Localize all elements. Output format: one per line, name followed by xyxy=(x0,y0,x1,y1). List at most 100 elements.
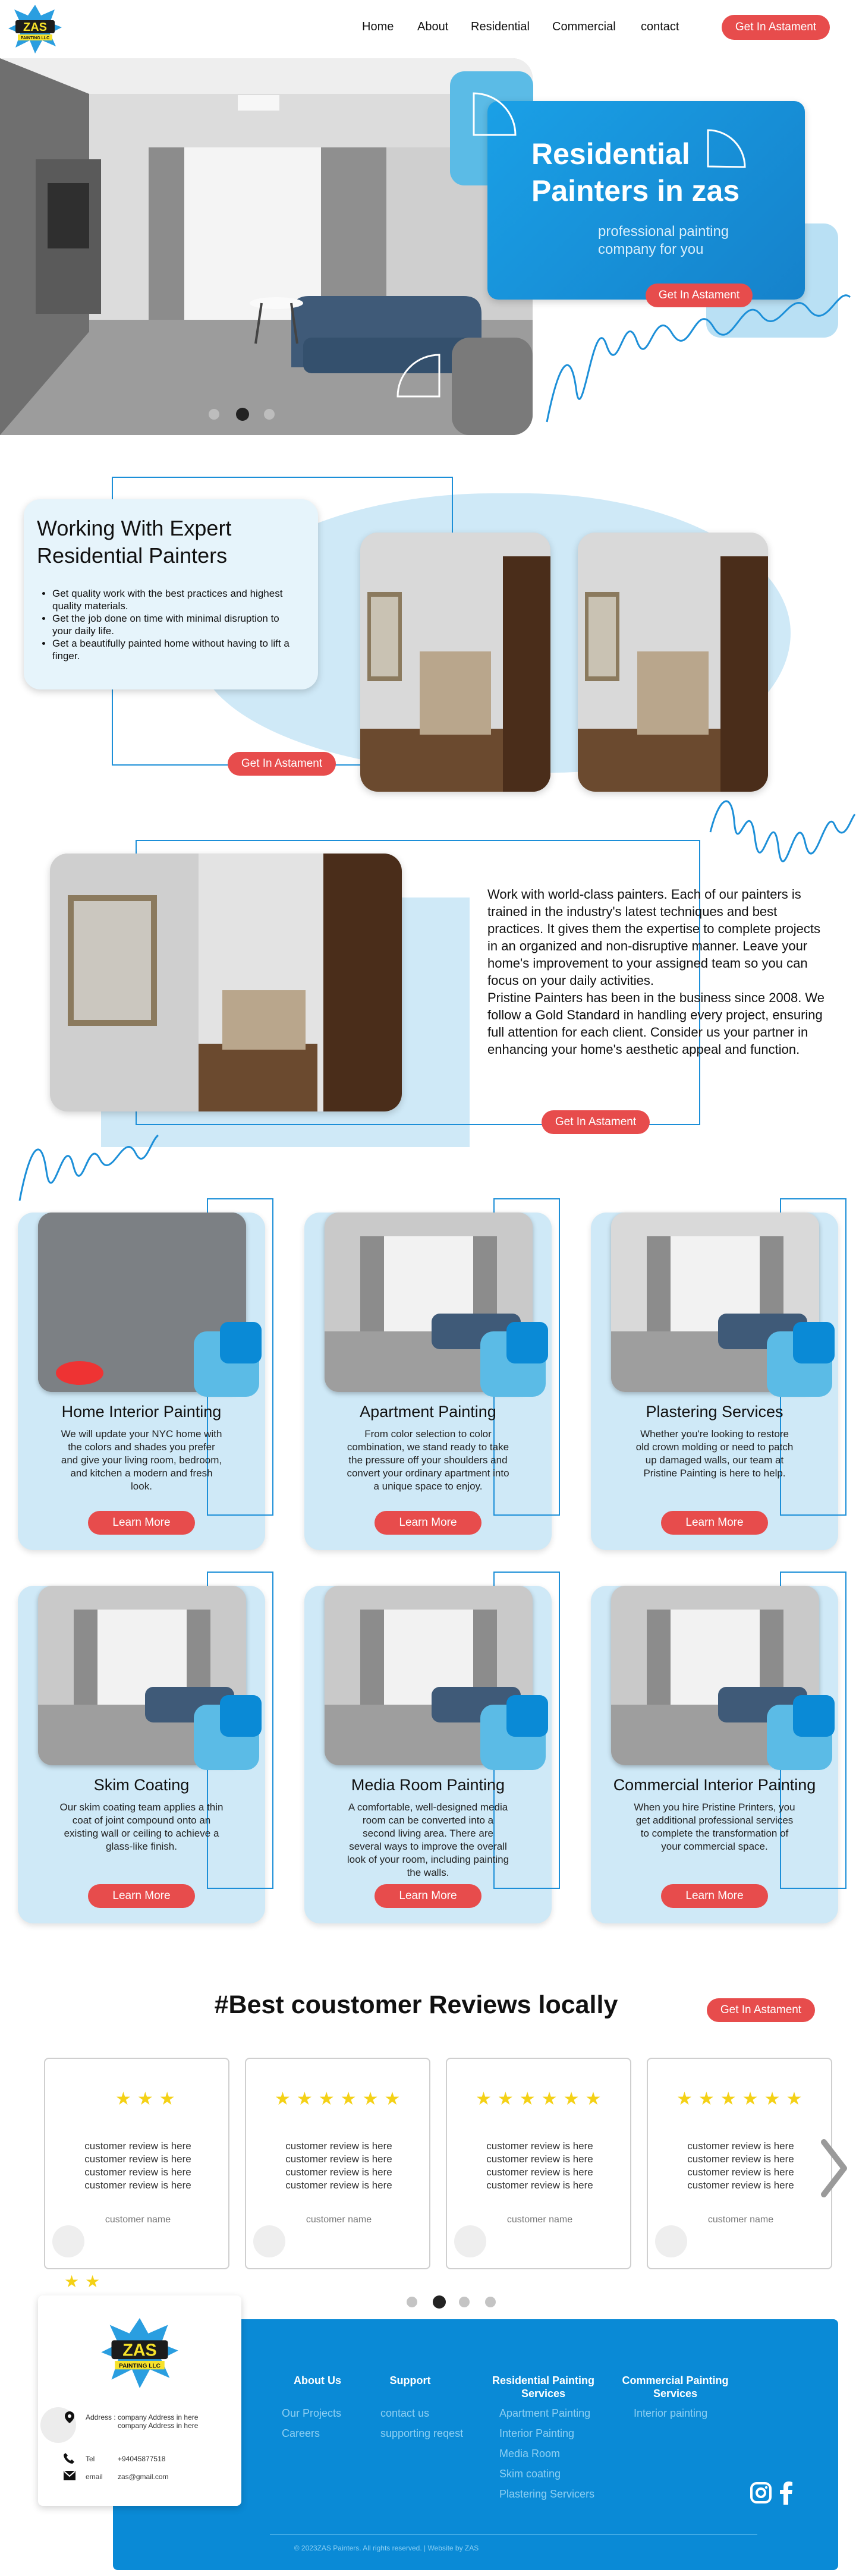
quarter-circle-icon xyxy=(473,92,517,136)
reviewer-name: customer name xyxy=(306,2215,372,2225)
review-card: ★★★★★★ customer review is here customer … xyxy=(245,2058,430,2269)
footer-divider xyxy=(270,2534,757,2535)
about-paragraph-1: Work with world-class painters. Each of … xyxy=(487,887,821,988)
review-pagination-dot[interactable] xyxy=(433,2295,446,2309)
expert-card: Working With Expert Residential Painters… xyxy=(24,499,318,689)
slider-dot-1[interactable] xyxy=(209,409,219,420)
address-label: Address : xyxy=(86,2413,116,2421)
decorative-stars: ★★ xyxy=(64,2272,106,2291)
footer-link[interactable]: Careers xyxy=(282,2427,320,2440)
email-value[interactable]: zas@gmail.com xyxy=(118,2473,169,2481)
service-title: Commercial Interior Painting xyxy=(613,1776,816,1794)
tel-value[interactable]: +94045877518 xyxy=(118,2455,165,2463)
service-title: Plastering Services xyxy=(646,1403,783,1421)
squiggle-decoration xyxy=(546,294,851,423)
footer-col-title: Commercial Painting Services xyxy=(622,2375,729,2399)
service-accent xyxy=(506,1695,548,1737)
footer-link[interactable]: Interior painting xyxy=(634,2407,707,2420)
reviewer-avatar xyxy=(253,2225,285,2257)
reviewer-name: customer name xyxy=(105,2215,171,2225)
expert-cta-button[interactable]: Get In Astament xyxy=(228,752,336,776)
reviewer-avatar xyxy=(655,2225,687,2257)
facebook-icon[interactable] xyxy=(778,2480,794,2505)
review-text: customer review is here customer review … xyxy=(687,2140,794,2191)
service-title: Apartment Painting xyxy=(360,1403,496,1421)
footer-link[interactable]: Plastering Servicers xyxy=(499,2488,594,2501)
header-cta-button[interactable]: Get In Astament xyxy=(722,15,830,40)
svg-text:PAINTING LLC: PAINTING LLC xyxy=(119,2363,160,2369)
reviewer-name: customer name xyxy=(506,2215,573,2225)
footer-col-title: Residential Painting Services xyxy=(492,2375,595,2399)
service-accent xyxy=(220,1695,262,1737)
reviewer-avatar xyxy=(454,2225,486,2257)
review-pagination-dot[interactable] xyxy=(407,2297,417,2307)
learn-more-button[interactable]: Learn More xyxy=(88,1511,195,1535)
service-description: When you hire Pristine Printers, you get… xyxy=(634,1802,795,1852)
nav-home[interactable]: Home xyxy=(362,20,394,34)
review-pagination-dot[interactable] xyxy=(485,2297,496,2307)
svg-text:PAINTING LLC: PAINTING LLC xyxy=(21,36,49,40)
expert-bullets: Get quality work with the best practices… xyxy=(52,587,296,662)
footer-link[interactable]: supporting reqest xyxy=(380,2427,463,2440)
reviewer-avatar xyxy=(52,2225,84,2257)
nav-commercial[interactable]: Commercial xyxy=(552,20,616,34)
about-paragraph-2: Pristine Painters has been in the busine… xyxy=(487,990,825,1057)
learn-more-button[interactable]: Learn More xyxy=(661,1884,768,1908)
svg-text:ZAS: ZAS xyxy=(122,2341,157,2360)
learn-more-button[interactable]: Learn More xyxy=(661,1511,768,1535)
footer-link[interactable]: Interior Painting xyxy=(499,2427,574,2440)
learn-more-button[interactable]: Learn More xyxy=(374,1884,482,1908)
email-label: email xyxy=(86,2473,103,2481)
expert-bullet: Get quality work with the best practices… xyxy=(52,587,296,612)
service-description: A comfortable, well-designed media room … xyxy=(347,1802,509,1878)
footer-link[interactable]: contact us xyxy=(380,2407,429,2420)
slider-dot-3[interactable] xyxy=(264,409,275,420)
service-title: Home Interior Painting xyxy=(61,1403,222,1421)
about-cta-button[interactable]: Get In Astament xyxy=(542,1110,650,1134)
review-card: ★★★ customer review is here customer rev… xyxy=(44,2058,229,2269)
footer-copyright: © 2023ZAS Painters. All rights reserved.… xyxy=(294,2544,479,2552)
footer-link[interactable]: Skim coating xyxy=(499,2468,561,2480)
footer-logo: ZAS PAINTING LLC xyxy=(101,2318,178,2388)
expert-bullet: Get a beautifully painted home without h… xyxy=(52,637,296,662)
nav-about[interactable]: About xyxy=(417,20,448,34)
hero-card: Residential Painters in zas professional… xyxy=(487,101,805,307)
service-accent xyxy=(793,1695,835,1737)
footer-contact-card: ZAS PAINTING LLC Address : company Addre… xyxy=(38,2295,241,2506)
instagram-icon[interactable] xyxy=(749,2481,773,2505)
review-text: customer review is here customer review … xyxy=(486,2140,593,2191)
footer-link[interactable]: Our Projects xyxy=(282,2407,341,2420)
review-stars: ★★★ xyxy=(115,2089,181,2109)
service-title: Media Room Painting xyxy=(351,1776,505,1794)
review-stars: ★★★★★★ xyxy=(676,2089,808,2109)
expert-bullet: Get the job done on time with minimal di… xyxy=(52,612,296,637)
quarter-circle-icon-2 xyxy=(707,129,746,168)
mail-icon xyxy=(64,2471,75,2480)
learn-more-button[interactable]: Learn More xyxy=(88,1884,195,1908)
learn-more-button[interactable]: Learn More xyxy=(374,1511,482,1535)
footer-link[interactable]: Media Room xyxy=(499,2448,560,2460)
nav-contact[interactable]: contact xyxy=(641,20,679,34)
footer-link[interactable]: Apartment Painting xyxy=(499,2407,590,2420)
service-accent xyxy=(506,1322,548,1363)
nav-residential[interactable]: Residential xyxy=(471,20,530,34)
footer-col-title: Support xyxy=(389,2375,431,2386)
reviews-cta-button[interactable]: Get In Astament xyxy=(707,1998,815,2022)
interior-illustration xyxy=(50,854,402,1111)
review-text: customer review is here customer review … xyxy=(84,2140,191,2191)
expert-image-1 xyxy=(360,533,550,792)
about-text: Work with world-class painters. Each of … xyxy=(487,886,829,1058)
service-accent xyxy=(220,1322,262,1363)
review-stars: ★★★★★★ xyxy=(275,2089,407,2109)
reviewer-name: customer name xyxy=(707,2215,774,2225)
slider-dot-2[interactable] xyxy=(236,408,249,421)
expert-title: Working With Expert Residential Painters xyxy=(37,516,232,568)
review-pagination-dot[interactable] xyxy=(459,2297,470,2307)
service-accent xyxy=(793,1322,835,1363)
service-description: Our skim coating team applies a thin coa… xyxy=(59,1802,224,1852)
chevron-right-icon[interactable] xyxy=(819,2139,849,2198)
service-description: From color selection to color combinatio… xyxy=(347,1428,509,1492)
quarter-circle-outline-icon xyxy=(396,354,440,398)
svg-text:ZAS: ZAS xyxy=(23,21,47,34)
logo[interactable]: ZAS PAINTING LLC xyxy=(8,5,62,53)
